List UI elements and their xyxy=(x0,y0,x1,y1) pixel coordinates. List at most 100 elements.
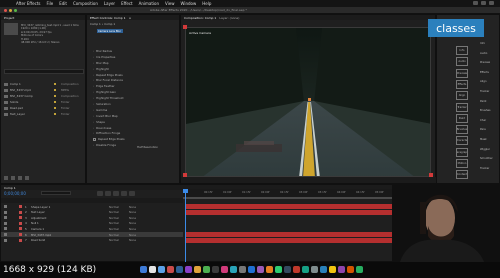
dock-app-icon[interactable] xyxy=(221,266,228,273)
layer-label-color[interactable] xyxy=(19,221,22,225)
comp-handle-tl[interactable] xyxy=(183,25,187,29)
menu-edit[interactable]: Edit xyxy=(59,1,67,6)
parent-select[interactable]: None xyxy=(129,238,136,242)
layer-name[interactable]: Text Layer xyxy=(31,210,71,214)
dock-app-icon[interactable] xyxy=(239,266,246,273)
layer-name[interactable]: MVI_3437.mp4 xyxy=(31,233,71,237)
parent-select[interactable]: None xyxy=(129,210,136,214)
dock-app-icon[interactable] xyxy=(275,266,282,273)
frame-blending-icon[interactable] xyxy=(113,191,119,196)
panel-button-audio[interactable]: Audio xyxy=(456,57,468,67)
disclosure-triangle-icon[interactable]: › xyxy=(93,120,94,124)
layer-row[interactable]: 2 Text Layer Normal None xyxy=(1,210,183,215)
layer-label-color[interactable] xyxy=(19,238,22,242)
disclosure-triangle-icon[interactable]: › xyxy=(93,108,94,112)
panel-button-paragraph[interactable]: Paragraph xyxy=(456,147,468,157)
layer-label-color[interactable] xyxy=(19,216,22,220)
visibility-eye-icon[interactable] xyxy=(4,216,7,220)
menu-view[interactable]: View xyxy=(165,1,175,6)
blend-mode-select[interactable]: Normal xyxy=(109,238,123,242)
blend-mode-select[interactable]: Normal xyxy=(109,221,123,225)
dock-app-icon[interactable] xyxy=(356,266,363,273)
side-panel-preview[interactable]: Preview xyxy=(480,61,496,65)
layer-duration-bar[interactable] xyxy=(185,237,393,243)
visibility-eye-icon[interactable] xyxy=(4,210,7,214)
effect-value[interactable]: Half Resolution xyxy=(137,145,158,149)
motion-blur-icon[interactable] xyxy=(121,191,127,196)
panel-button-tracker[interactable]: Tracker xyxy=(456,102,468,112)
parent-select[interactable]: None xyxy=(129,205,136,209)
disclosure-triangle-icon[interactable]: › xyxy=(93,84,94,88)
dock-app-icon[interactable] xyxy=(212,266,219,273)
side-panel-info[interactable]: Info xyxy=(480,42,496,46)
menu-animation[interactable]: Animation xyxy=(139,1,159,6)
panel-button-character[interactable]: Character xyxy=(456,136,468,146)
panel-menu-icon[interactable]: ≡ xyxy=(129,16,132,20)
layer-row[interactable]: 5 Camera 1 Normal None xyxy=(1,226,183,231)
parent-select[interactable]: None xyxy=(129,221,136,225)
disclosure-triangle-icon[interactable]: › xyxy=(93,102,94,106)
dock-app-icon[interactable] xyxy=(149,266,156,273)
disclosure-triangle-icon[interactable]: › xyxy=(93,96,94,100)
menu-layer[interactable]: Layer xyxy=(104,1,115,6)
effect-property-row[interactable]: › Disable Fringe xyxy=(93,142,125,148)
layer-name[interactable]: Null 1 xyxy=(31,221,71,225)
layer-name[interactable]: Adjustment xyxy=(31,216,71,220)
dock-app-icon[interactable] xyxy=(320,266,327,273)
blend-mode-select[interactable]: Normal xyxy=(109,205,123,209)
disclosure-triangle-icon[interactable]: › xyxy=(93,78,94,82)
checkbox[interactable] xyxy=(93,137,96,141)
side-panel-smoother[interactable]: Smoother xyxy=(480,157,496,161)
side-panel-effects[interactable]: Effects xyxy=(480,71,496,75)
side-panel-char[interactable]: Char xyxy=(480,119,496,123)
disclosure-triangle-icon[interactable]: › xyxy=(93,73,94,77)
blend-mode-select[interactable]: Normal xyxy=(109,233,123,237)
dock-app-icon[interactable] xyxy=(311,266,318,273)
timeline-search-input[interactable] xyxy=(41,191,71,195)
parent-select[interactable]: None xyxy=(129,233,136,237)
draft-3d-icon[interactable] xyxy=(97,191,103,196)
work-area-bar[interactable] xyxy=(183,197,393,199)
panel-button-info[interactable]: Info xyxy=(456,46,468,55)
tab-composition[interactable]: Composition: Comp 1 xyxy=(184,16,216,20)
tab-layer[interactable]: Layer: (none) xyxy=(219,16,239,20)
dock-app-icon[interactable] xyxy=(176,266,183,273)
layer-name[interactable]: Road Solid xyxy=(31,238,71,242)
panel-button-content[interactable]: Content xyxy=(456,170,468,180)
dock-app-icon[interactable] xyxy=(293,266,300,273)
layer-name[interactable]: Shape Layer 1 xyxy=(31,205,71,209)
menu-help[interactable]: Help xyxy=(202,1,211,6)
new-composition-icon[interactable] xyxy=(18,176,22,180)
side-panel-wiggler[interactable]: Wiggler xyxy=(480,148,496,152)
disclosure-triangle-icon[interactable]: › xyxy=(93,90,94,94)
dock-app-icon[interactable] xyxy=(158,266,165,273)
dock-app-icon[interactable] xyxy=(140,266,147,273)
disclosure-triangle-icon[interactable]: › xyxy=(93,143,94,147)
disclosure-triangle-icon[interactable]: › xyxy=(93,131,94,135)
dock-app-icon[interactable] xyxy=(185,266,192,273)
layer-row[interactable]: 6 MVI_3437.mp4 Normal None xyxy=(1,232,183,238)
project-item[interactable]: Text_Layer Folder xyxy=(4,111,84,117)
composition-viewer[interactable]: Active Camera xyxy=(185,27,431,177)
shy-icon[interactable] xyxy=(105,191,111,196)
side-panel-paint[interactable]: Paint xyxy=(480,100,496,104)
label-color-icon[interactable] xyxy=(54,107,56,109)
dock-app-icon[interactable] xyxy=(266,266,273,273)
disclosure-triangle-icon[interactable]: › xyxy=(93,114,94,118)
label-color-icon[interactable] xyxy=(54,113,56,115)
panel-button-motion[interactable]: Motion xyxy=(456,159,468,168)
clock-icon[interactable] xyxy=(489,1,494,5)
dock-app-icon[interactable] xyxy=(284,266,291,273)
panel-button-align[interactable]: Align xyxy=(456,91,468,101)
dock-app-icon[interactable] xyxy=(329,266,336,273)
layer-label-color[interactable] xyxy=(19,210,22,214)
selected-effect[interactable]: Camera Lens Blur xyxy=(97,29,123,33)
close-window-icon[interactable] xyxy=(4,9,7,12)
layer-label-color[interactable] xyxy=(19,227,22,231)
graph-editor-icon[interactable] xyxy=(129,191,135,196)
menu-effect[interactable]: Effect xyxy=(121,1,133,6)
blend-mode-select[interactable]: Normal xyxy=(109,210,123,214)
disclosure-triangle-icon[interactable]: › xyxy=(93,49,94,53)
disclosure-triangle-icon[interactable]: › xyxy=(93,126,94,130)
dock-app-icon[interactable] xyxy=(302,266,309,273)
